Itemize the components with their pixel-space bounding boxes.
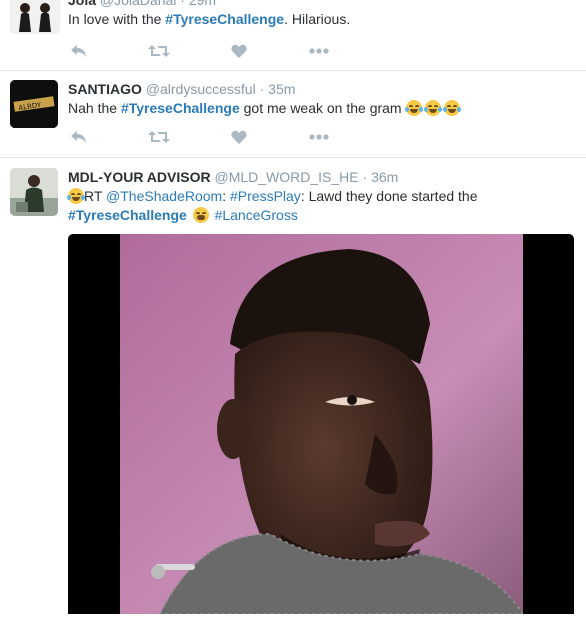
text-part: : Lawd they done started the <box>300 188 478 204</box>
more-icon[interactable] <box>308 127 330 147</box>
tears-of-joy-icon <box>67 188 85 204</box>
avatar[interactable] <box>10 168 58 216</box>
mention-link[interactable]: @TheShadeRoom <box>106 188 222 204</box>
separator: · <box>358 169 372 185</box>
text-part: RT <box>84 188 107 204</box>
video-thumbnail <box>120 234 523 614</box>
user-handle[interactable]: @MLD_WORD_IS_HE <box>214 169 358 185</box>
tweet-text: Nah the #TyreseChallenge got me weak on … <box>68 99 578 118</box>
weary-face-icon <box>192 207 209 223</box>
text-part: got me weak on the gram <box>239 100 402 116</box>
retweet-icon[interactable] <box>148 41 170 61</box>
tweet-2: ALRDY SANTIAGO @alrdysuccessful · 35m Na… <box>0 70 586 158</box>
text-part: . Hilarious. <box>284 11 351 27</box>
reply-icon[interactable] <box>68 41 90 61</box>
like-icon[interactable] <box>228 41 250 61</box>
text-part: In love with the <box>68 11 166 27</box>
reply-icon[interactable] <box>68 127 90 147</box>
hashtag-link[interactable]: #LanceGross <box>215 207 298 223</box>
like-icon[interactable] <box>228 127 250 147</box>
tears-of-joy-icon <box>404 100 423 116</box>
tweet-text: In love with the #TyreseChallenge. Hilar… <box>68 10 578 29</box>
tweet-1: Jola @JolaDanai · 29m In love with the #… <box>0 0 586 71</box>
tweet-time[interactable]: 29m <box>189 0 216 8</box>
user-name[interactable]: MDL-YOUR ADVISOR <box>68 169 211 185</box>
hashtag-link[interactable]: #TyreseChallenge <box>121 100 240 116</box>
more-icon[interactable] <box>308 41 330 61</box>
hashtag-link[interactable]: #TyreseChallenge <box>165 11 284 27</box>
tweet-time[interactable]: 36m <box>371 169 398 185</box>
tweet-time[interactable]: 35m <box>268 81 295 97</box>
tweet-text: RT @TheShadeRoom: #PressPlay: Lawd they … <box>67 187 578 225</box>
hashtag-link[interactable]: #TyreseChallenge <box>68 207 187 223</box>
tweet-3: MDL-YOUR ADVISOR @MLD_WORD_IS_HE · 36m R… <box>0 157 586 617</box>
separator: · <box>176 0 189 8</box>
hashtag-link[interactable]: #PressPlay <box>230 188 301 204</box>
text-part: : <box>222 188 230 204</box>
video-player[interactable] <box>68 234 574 614</box>
user-handle[interactable]: @alrdysuccessful <box>146 81 256 97</box>
tears-of-joy-icon <box>442 100 461 116</box>
retweet-icon[interactable] <box>148 127 170 147</box>
tears-of-joy-icon <box>423 100 442 116</box>
avatar[interactable]: ALRDY <box>10 80 58 128</box>
user-name[interactable]: SANTIAGO <box>68 81 142 97</box>
user-name[interactable]: Jola <box>68 0 96 8</box>
avatar[interactable] <box>10 0 60 34</box>
separator: · <box>255 81 269 97</box>
user-handle[interactable]: @JolaDanai <box>100 0 176 8</box>
text-part: Nah the <box>68 100 121 116</box>
